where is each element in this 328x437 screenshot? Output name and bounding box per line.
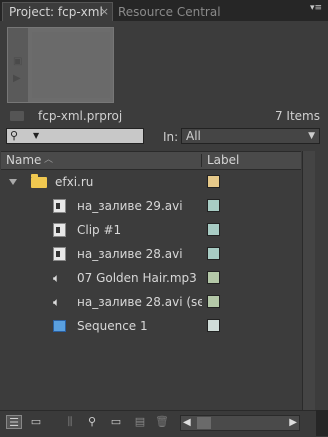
search-dropdown-icon[interactable]: ▼ [33,129,39,143]
scroll-thumb[interactable] [197,417,211,429]
new-bin-icon[interactable]: ▭ [108,415,124,429]
list-view-icon[interactable]: ☰ [6,415,22,429]
list-item[interactable]: на_заливе 28.avi [1,243,301,266]
project-file-name: fcp-xml.prproj [38,109,123,123]
item-name: на_заливе 29.avi [77,199,183,213]
label-swatch[interactable] [207,247,220,260]
folder-icon [31,174,47,188]
project-info-row: fcp-xml.prproj 7 Items [0,108,328,124]
project-folder-icon [10,111,24,121]
item-name: Sequence 1 [77,319,148,333]
expand-twisty-icon[interactable] [9,179,17,185]
video-clip-icon [53,247,66,261]
resize-corner [316,410,328,436]
scroll-left-icon[interactable]: ◀ [183,416,191,430]
column-header-name[interactable]: Name [6,152,41,169]
column-header-label[interactable]: Label [207,152,239,169]
panel-menu-icon[interactable]: ▾≡ [310,4,322,13]
delete-icon[interactable]: 🗑︎ [154,415,170,429]
search-icon: ⚲ [10,129,19,142]
thumbnail-image [32,32,110,98]
preview-thumbnail: ▣ ▶ [7,27,114,103]
column-divider[interactable] [201,154,202,167]
list-item[interactable]: 🔈︎ 07 Golden Hair.mp3 [1,267,301,290]
label-swatch[interactable] [207,271,220,284]
find-icon[interactable]: ⚲ [84,415,100,429]
vertical-scrollbar[interactable] [302,151,315,410]
thumbnail-strip: ▣ ▶ [8,28,28,102]
item-name: Clip #1 [77,223,122,237]
close-icon[interactable]: × [100,3,109,21]
video-clip-icon [53,199,66,213]
bottom-toolbar: ☰ ▭ ⫼ ⚲ ▭ ▤ 🗑︎ ◀ ▶ [0,410,328,437]
audio-clip-icon: 🔈︎ [53,295,61,309]
sort-ascending-icon: ︿ [44,155,54,165]
list-item[interactable]: efxi.ru [1,171,301,194]
item-name: efxi.ru [55,175,94,189]
tab-resource-central[interactable]: Resource Central [118,3,221,21]
play-icon[interactable]: ▶ [13,73,21,84]
sequence-icon [53,320,66,332]
in-filter-select[interactable]: All ▼ [181,128,320,144]
icon-view-icon[interactable]: ▭ [28,415,44,429]
list-item[interactable]: на_заливе 29.avi [1,195,301,218]
tab-project[interactable]: Project: fcp-xml × [2,2,113,21]
list-item[interactable]: 🔈︎ на_заливе 28.avi (se [1,291,301,314]
chevron-down-icon: ▼ [308,131,315,141]
item-name: на_заливе 28.avi [77,247,183,261]
label-swatch[interactable] [207,175,220,188]
item-list: efxi.ru на_заливе 29.avi Clip #1 на_зали… [1,170,301,410]
table-header: Name ︿ Label [1,151,301,170]
in-filter-value: All [186,129,201,143]
item-count: 7 Items [274,109,320,123]
tab-bar: Project: fcp-xml × Resource Central ▾≡ [0,0,328,21]
list-item[interactable]: Clip #1 [1,219,301,242]
label-swatch[interactable] [207,319,220,332]
in-label: In: [163,130,179,144]
horizontal-scrollbar[interactable]: ◀ ▶ [180,415,300,431]
poster-frame-icon[interactable]: ▣ [13,56,22,67]
scroll-right-icon[interactable]: ▶ [289,416,297,430]
label-swatch[interactable] [207,199,220,212]
item-name: 07 Golden Hair.mp3 [77,271,197,285]
search-input[interactable]: ⚲ ▼ [6,128,144,144]
label-swatch[interactable] [207,295,220,308]
automate-to-sequence-icon[interactable]: ⫼ [62,415,78,429]
list-item[interactable]: Sequence 1 [1,315,301,338]
tab-project-label: Project: fcp-xml [9,5,103,19]
video-clip-icon [53,223,66,237]
new-item-icon[interactable]: ▤ [132,415,148,429]
audio-clip-icon: 🔈︎ [53,271,61,285]
label-swatch[interactable] [207,223,220,236]
project-panel: Project: fcp-xml × Resource Central ▾≡ ▣… [0,0,328,437]
item-name: на_заливе 28.avi (se [77,295,202,309]
